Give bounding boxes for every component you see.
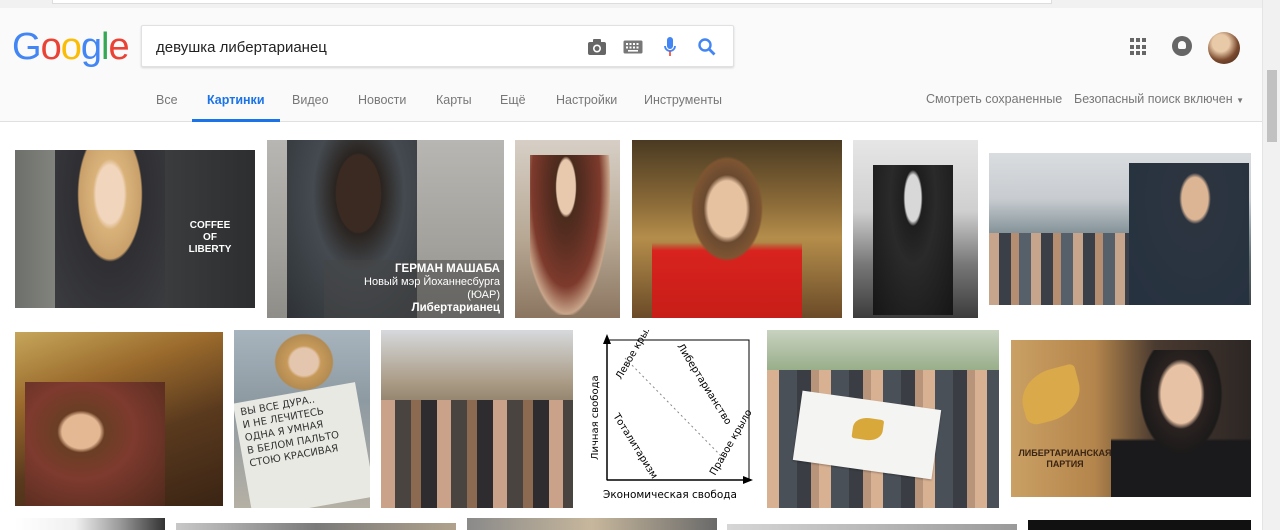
logo-letter: o	[40, 26, 62, 68]
result-image[interactable]	[176, 523, 456, 530]
camera-icon[interactable]	[585, 35, 609, 59]
logo-letter: G	[12, 26, 42, 68]
safe-search-label: Безопасный поиск включен	[1074, 92, 1233, 106]
tab-maps[interactable]: Карты	[436, 86, 472, 122]
safe-search-toggle[interactable]: Безопасный поиск включен ▼	[1074, 92, 1244, 106]
image-text: ЛИБЕРТАРИАНСКАЯ ПАРТИЯ	[1015, 448, 1115, 470]
political-compass-diagram: Левое крыло Либертарианство Тоталитаризм…	[590, 330, 755, 501]
person-figure	[25, 382, 165, 506]
label-y-axis: Личная свобода	[590, 375, 601, 460]
result-image[interactable]	[467, 518, 717, 530]
search-input[interactable]	[156, 34, 576, 60]
logo-letter: o	[60, 26, 82, 68]
tab-news[interactable]: Новости	[358, 86, 406, 122]
flag-bird	[851, 416, 885, 443]
result-image[interactable]	[989, 153, 1251, 305]
browser-top-strip	[0, 0, 1280, 8]
image-caption: ГЕРМАН МАШАБА Новый мэр Йоханнесбурга (Ю…	[324, 260, 504, 318]
person-figure	[55, 150, 165, 308]
person-figure	[1129, 163, 1249, 305]
person-figure	[652, 150, 802, 318]
saved-images-link[interactable]: Смотреть сохраненные	[926, 92, 1062, 106]
result-image[interactable]: COFFEE OF LIBERTY	[15, 150, 255, 308]
logo-letter: e	[108, 26, 129, 68]
caption-subtitle: Новый мэр Йоханнесбурга (ЮАР)	[364, 276, 500, 301]
result-image[interactable]	[15, 332, 223, 506]
person-figure	[1111, 350, 1251, 497]
result-image[interactable]	[767, 330, 999, 508]
result-image[interactable]: ВЫ ВСЕ ДУРА.. И НЕ ЛЕЧИТЕСЬ ОДНА Я УМНАЯ…	[234, 330, 370, 508]
tab-more[interactable]: Ещё	[500, 86, 526, 122]
protest-sign: ВЫ ВСЕ ДУРА.. И НЕ ЛЕЧИТЕСЬ ОДНА Я УМНАЯ…	[234, 382, 370, 508]
image-text-line: ПАРТИЯ	[1046, 459, 1084, 469]
result-image[interactable]	[1028, 520, 1251, 530]
chevron-down-icon: ▼	[1236, 96, 1245, 105]
apps-grid-icon[interactable]	[1130, 38, 1148, 56]
tab-all[interactable]: Все	[156, 86, 178, 122]
caption-title: ГЕРМАН МАШАБА	[395, 263, 500, 275]
crowd	[381, 400, 573, 508]
avatar[interactable]	[1208, 32, 1240, 64]
tab-tools[interactable]: Инструменты	[644, 86, 722, 122]
label-x-axis: Экономическая свобода	[603, 489, 737, 501]
address-bar-edge	[52, 0, 1052, 4]
person-figure	[873, 165, 953, 315]
tab-settings[interactable]: Настройки	[556, 86, 617, 122]
caption-tag: Либертарианец	[411, 302, 500, 314]
result-image[interactable]: ГЕРМАН МАШАБА Новый мэр Йоханнесбурга (Ю…	[267, 140, 504, 318]
logo-letter: g	[80, 26, 102, 68]
image-text-line: OF	[203, 232, 217, 243]
image-text: COFFEE OF LIBERTY	[175, 220, 245, 256]
image-text-line: ЛИБЕРТАРИАНСКАЯ	[1018, 448, 1112, 458]
scrollbar-thumb[interactable]	[1267, 70, 1277, 142]
result-image[interactable]	[727, 524, 1017, 530]
notifications-icon[interactable]	[1172, 36, 1192, 56]
search-icon[interactable]	[695, 35, 719, 59]
result-image[interactable]	[853, 140, 978, 318]
person-figure	[530, 155, 610, 315]
scrollbar[interactable]	[1262, 0, 1280, 530]
result-image[interactable]	[515, 140, 620, 318]
result-image[interactable]: ЛИБЕРТАРИАНСКАЯ ПАРТИЯ	[1011, 340, 1251, 497]
tab-video[interactable]: Видео	[292, 86, 329, 122]
label-totalitarianism: Тоталитаризм	[610, 411, 659, 481]
search-box	[141, 25, 734, 67]
image-text-line: LIBERTY	[188, 244, 232, 255]
result-image[interactable]	[632, 140, 842, 318]
image-text-line: COFFEE	[189, 220, 231, 231]
microphone-icon[interactable]	[658, 35, 682, 59]
search-header: Google Все Картинки Видео Новости Карты …	[0, 8, 1262, 122]
google-logo[interactable]: Google	[12, 26, 130, 69]
tab-images[interactable]: Картинки	[192, 86, 280, 122]
result-image[interactable]	[381, 330, 573, 508]
label-libertarianism: Либертарианство	[674, 342, 733, 427]
result-image[interactable]	[15, 518, 165, 530]
keyboard-icon[interactable]	[621, 35, 645, 59]
result-image-diagram[interactable]: Левое крыло Либертарианство Тоталитаризм…	[585, 330, 755, 508]
bird-logo	[1015, 363, 1087, 427]
label-left-wing: Левое крыло	[614, 330, 657, 382]
